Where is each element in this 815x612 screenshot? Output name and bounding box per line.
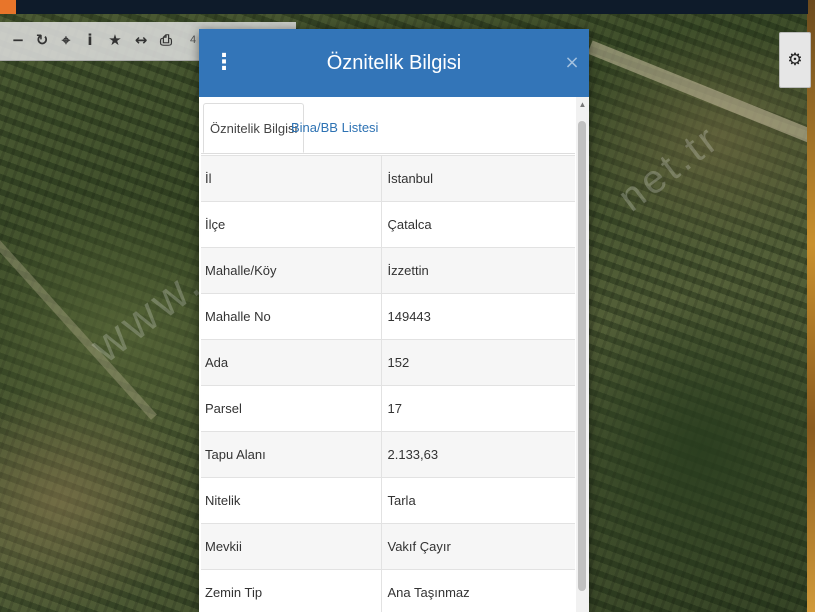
row-value: İstanbul xyxy=(381,155,575,202)
scroll-up-icon[interactable]: ▲ xyxy=(576,99,589,111)
row-value: Vakıf Çayır xyxy=(381,523,575,570)
row-key: İl xyxy=(201,155,382,202)
table-row: İlçe Çatalca xyxy=(201,201,575,248)
top-bar xyxy=(0,0,808,14)
table-row: Parsel 17 xyxy=(201,385,575,432)
table-row: Tapu Alanı 2.133,63 xyxy=(201,431,575,478)
table-row: Mahalle No 149443 xyxy=(201,293,575,340)
tab-building-list[interactable]: Bina/BB Listesi xyxy=(285,103,384,153)
table-row: Nitelik Tarla xyxy=(201,477,575,524)
row-key: Nitelik xyxy=(201,477,382,524)
scale-text: 4 xyxy=(190,34,197,46)
attribute-dialog: ⋮ Öznitelik Bilgisi × Öznitelik Bilgisi … xyxy=(199,29,589,612)
dialog-body: Öznitelik Bilgisi Bina/BB Listesi İl İst… xyxy=(199,97,589,612)
table-row: Mevkii Vakıf Çayır xyxy=(201,523,575,570)
settings-button[interactable]: ⚙ xyxy=(779,32,811,88)
star-icon[interactable]: ★ xyxy=(105,29,125,51)
measure-icon[interactable]: ↔ xyxy=(131,29,151,51)
table-row: Zemin Tip Ana Taşınmaz xyxy=(201,569,575,612)
print-icon[interactable]: ⎙ xyxy=(156,29,176,51)
map-edge-strip xyxy=(807,0,815,612)
row-key: Mevkii xyxy=(201,523,382,570)
zoom-out-icon[interactable]: − xyxy=(8,29,28,51)
row-value: İzzettin xyxy=(381,247,575,294)
row-value: Tarla xyxy=(381,477,575,524)
row-value: 2.133,63 xyxy=(381,431,575,478)
refresh-icon[interactable]: ↻ xyxy=(32,29,52,51)
row-value: 17 xyxy=(381,385,575,432)
dialog-title: Öznitelik Bilgisi xyxy=(326,52,462,74)
row-key: Ada xyxy=(201,339,382,386)
row-value: 152 xyxy=(381,339,575,386)
top-bar-accent xyxy=(0,0,16,14)
table-row: Ada 152 xyxy=(201,339,575,386)
row-key: Tapu Alanı xyxy=(201,431,382,478)
map-road xyxy=(0,221,157,420)
row-value: Çatalca xyxy=(381,201,575,248)
dialog-header: ⋮ Öznitelik Bilgisi × xyxy=(199,29,589,97)
row-key: Zemin Tip xyxy=(201,569,382,612)
tab-bar: Öznitelik Bilgisi Bina/BB Listesi xyxy=(201,101,575,154)
info-icon[interactable]: i xyxy=(80,29,100,51)
table-row: Mahalle/Köy İzzettin xyxy=(201,247,575,294)
row-value: 149443 xyxy=(381,293,575,340)
row-key: Parsel xyxy=(201,385,382,432)
table-row: İl İstanbul xyxy=(201,155,575,202)
vertical-scrollbar[interactable]: ▲ xyxy=(576,97,589,612)
attribute-table: İl İstanbul İlçe Çatalca Mahalle/Köy İzz… xyxy=(201,155,575,612)
scrollbar-thumb[interactable] xyxy=(578,121,586,591)
row-key: Mahalle/Köy xyxy=(201,247,382,294)
row-value: Ana Taşınmaz xyxy=(381,569,575,612)
row-key: Mahalle No xyxy=(201,293,382,340)
locate-icon[interactable]: ⌖ xyxy=(56,29,76,51)
close-icon[interactable]: × xyxy=(563,49,581,77)
gear-icon: ⚙ xyxy=(787,50,803,70)
row-key: İlçe xyxy=(201,201,382,248)
